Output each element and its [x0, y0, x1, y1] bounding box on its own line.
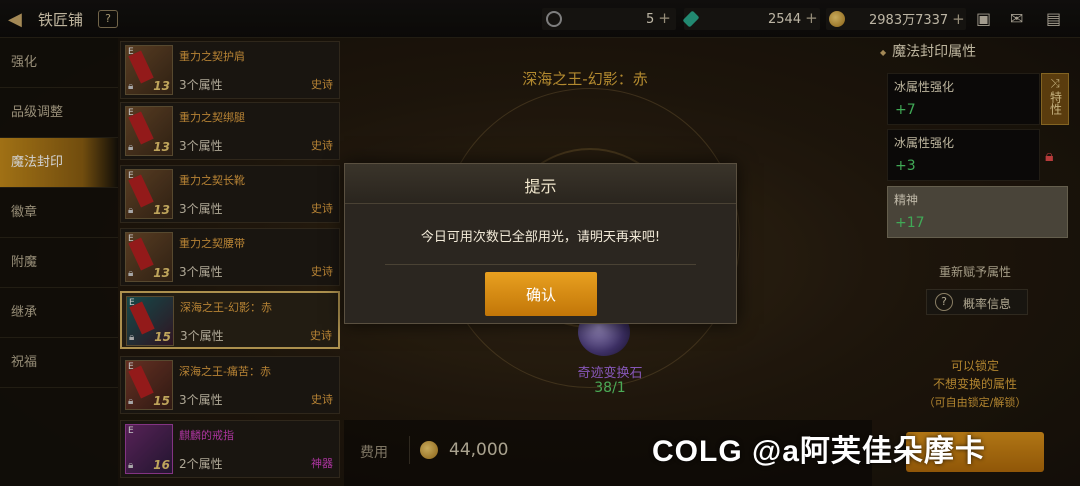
- confirm-button[interactable]: 确认: [485, 272, 597, 316]
- notice-dialog: 提示 今日可用次数已全部用光，请明天再来吧! 确认: [344, 163, 737, 324]
- dialog-message: 今日可用次数已全部用光，请明天再来吧!: [420, 230, 661, 245]
- dialog-divider: [385, 264, 696, 265]
- watermark: COLG @a阿芙佳朵摩卡: [652, 435, 986, 468]
- dialog-header: 提示: [345, 164, 736, 204]
- dialog-title: 提示: [524, 177, 557, 196]
